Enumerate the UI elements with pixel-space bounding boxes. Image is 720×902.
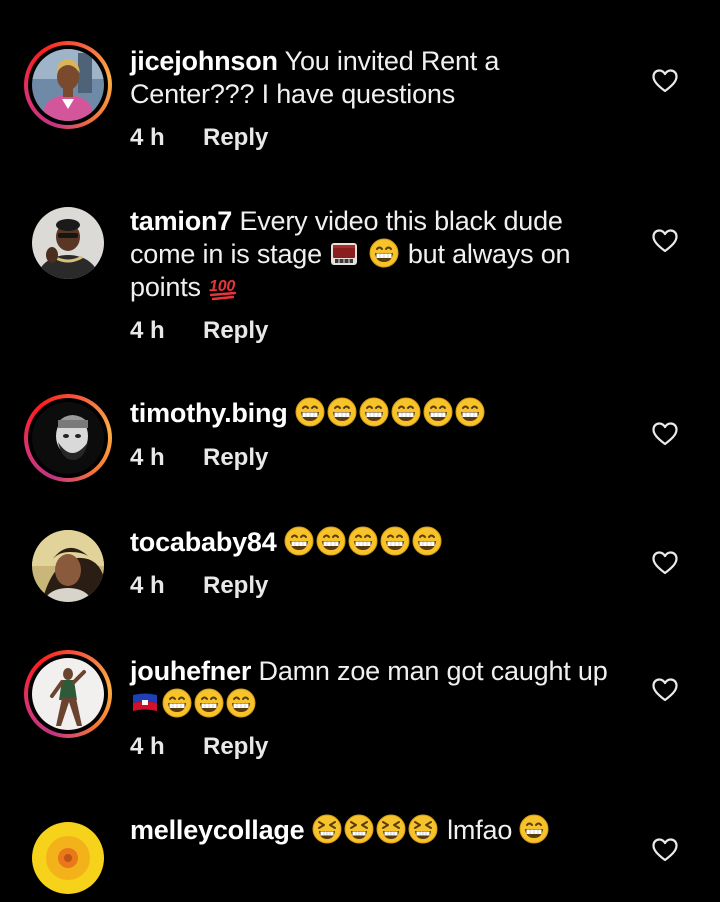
comment-body: jicejohnson You invited Rent a Center???… — [130, 45, 630, 111]
squinting-laugh-emoji-icon — [376, 814, 406, 844]
comment-text: lmfao — [447, 815, 513, 845]
grinning-face-emoji-icon — [162, 688, 192, 718]
reply-button[interactable]: Reply — [203, 572, 268, 600]
comment-body: timothy.bing — [130, 397, 630, 430]
comment-meta: 4 h Reply — [130, 317, 268, 345]
reply-button[interactable]: Reply — [203, 733, 268, 761]
comment-body: melleycollage lmfao — [130, 814, 630, 847]
avatar-image — [32, 530, 104, 602]
avatar-image — [32, 822, 104, 894]
reply-button[interactable]: Reply — [203, 124, 268, 152]
comment-username[interactable]: tamion7 — [130, 206, 232, 236]
avatar[interactable] — [24, 199, 112, 287]
avatar[interactable] — [24, 522, 112, 610]
grinning-face-emoji-icon — [194, 688, 224, 718]
comment-timestamp: 4 h — [130, 572, 165, 599]
grinning-face-emoji-icon — [327, 397, 357, 427]
grinning-face-emoji-icon — [284, 526, 314, 556]
comment-meta: 4 h Reply — [130, 124, 268, 152]
comment-username[interactable]: tocababy84 — [130, 527, 277, 557]
comment-timestamp: 4 h — [130, 317, 165, 344]
comment-body: tamion7 Every video this black dude come… — [130, 205, 630, 304]
grinning-face-emoji-icon — [391, 397, 421, 427]
squinting-laugh-emoji-icon — [312, 814, 342, 844]
avatar[interactable] — [24, 394, 112, 482]
squinting-laugh-emoji-icon — [344, 814, 374, 844]
grinning-face-emoji-icon — [412, 526, 442, 556]
like-heart-icon[interactable] — [652, 551, 678, 575]
avatar-image — [32, 49, 104, 121]
comment-body: jouhefner Damn zoe man got caught up — [130, 655, 630, 721]
comment-username[interactable]: timothy.bing — [130, 398, 288, 428]
comment-body: tocababy84 — [130, 526, 630, 559]
like-heart-icon[interactable] — [652, 678, 678, 702]
like-heart-icon[interactable] — [652, 69, 678, 93]
like-heart-icon[interactable] — [652, 422, 678, 446]
comment-text: Damn zoe man got caught up — [258, 656, 608, 686]
comment-username[interactable]: jicejohnson — [130, 46, 278, 76]
grinning-face-emoji-icon — [519, 814, 549, 844]
avatar-image — [32, 207, 104, 279]
avatar[interactable] — [24, 650, 112, 738]
comment-username[interactable]: melleycollage — [130, 815, 305, 845]
like-heart-icon[interactable] — [652, 838, 678, 862]
grinning-face-emoji-icon — [316, 526, 346, 556]
grinning-face-emoji-icon — [348, 526, 378, 556]
grinning-face-emoji-icon — [359, 397, 389, 427]
comment-timestamp: 4 h — [130, 444, 165, 471]
squinting-laugh-emoji-icon — [408, 814, 438, 844]
like-heart-icon[interactable] — [652, 229, 678, 253]
comment-timestamp: 4 h — [130, 124, 165, 151]
grinning-face-emoji-icon — [369, 238, 399, 268]
reply-button[interactable]: Reply — [203, 444, 268, 472]
avatar[interactable] — [24, 814, 112, 902]
grinning-face-emoji-icon — [295, 397, 325, 427]
avatar-image — [32, 402, 104, 474]
hundred-points-emoji-icon: 100 — [208, 271, 238, 301]
grinning-face-emoji-icon — [380, 526, 410, 556]
comment-timestamp: 4 h — [130, 733, 165, 760]
avatar-image — [32, 658, 104, 730]
grinning-face-emoji-icon — [423, 397, 453, 427]
avatar[interactable] — [24, 41, 112, 129]
comment-username[interactable]: jouhefner — [130, 656, 251, 686]
reply-button[interactable]: Reply — [203, 317, 268, 345]
comment-meta: 4 h Reply — [130, 733, 268, 761]
haiti-flag-emoji-icon — [130, 688, 160, 718]
stage-emoji-icon — [329, 238, 359, 268]
comment-meta: 4 h Reply — [130, 572, 268, 600]
grinning-face-emoji-icon — [455, 397, 485, 427]
comment-meta: 4 h Reply — [130, 444, 268, 472]
grinning-face-emoji-icon — [226, 688, 256, 718]
